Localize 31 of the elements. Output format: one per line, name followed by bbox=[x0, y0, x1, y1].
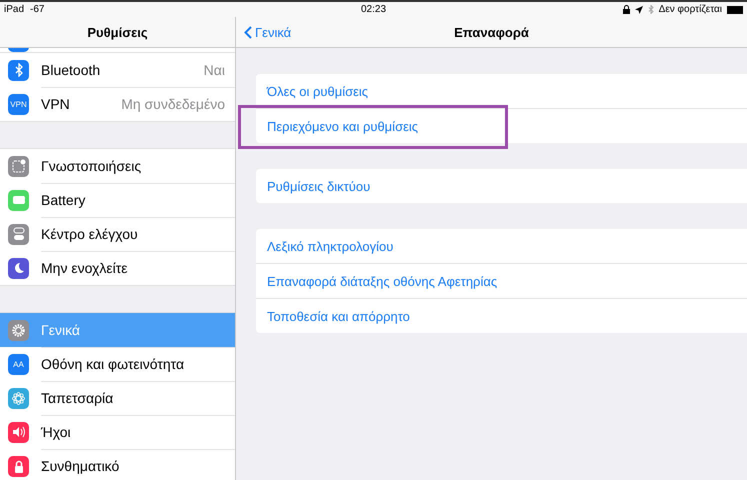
battery-icon bbox=[727, 6, 743, 14]
battery-icon bbox=[8, 190, 29, 210]
back-button[interactable]: Γενικά bbox=[244, 17, 292, 47]
reset-option[interactable]: Περιεχόμενο και ρυθμίσεις bbox=[267, 118, 418, 134]
clock: 02:23 bbox=[360, 4, 386, 15]
device-name: iPad bbox=[4, 4, 24, 15]
item-value: Μη συνδεδεμένο bbox=[121, 96, 225, 112]
back-chevron-icon bbox=[244, 26, 252, 38]
bluetooth-icon bbox=[8, 60, 29, 80]
lock-icon bbox=[622, 5, 630, 14]
page-title: Επαναφορά bbox=[454, 24, 529, 40]
reset-option[interactable]: Όλες οι ρυθμίσεις bbox=[267, 84, 368, 98]
settings-icon bbox=[8, 320, 29, 340]
flower-icon bbox=[8, 388, 29, 408]
toggles-icon bbox=[8, 224, 29, 244]
signal-strength: -67 bbox=[30, 4, 44, 15]
reset-option[interactable]: Ρυθμίσεις δικτύου bbox=[267, 178, 370, 194]
sidebar-title: Ρυθμίσεις bbox=[87, 24, 148, 40]
reset-option[interactable]: Λεξικό πληκτρολογίου bbox=[267, 238, 394, 254]
notifications-icon bbox=[8, 156, 29, 176]
reset-option[interactable]: Επαναφορά διάταξης οθόνης Αφετηρίας bbox=[267, 274, 498, 288]
bluetooth-icon bbox=[648, 5, 654, 14]
padlock-icon bbox=[8, 456, 29, 476]
vpn-icon: VPN bbox=[8, 94, 29, 114]
battery-status: Δεν φορτίζεται bbox=[658, 4, 722, 15]
moon-icon bbox=[8, 258, 29, 278]
location-icon bbox=[634, 6, 643, 14]
item-value: Ναι bbox=[204, 62, 225, 78]
display-icon: AA bbox=[8, 354, 29, 374]
reset-option[interactable]: Τοποθεσία και απόρρητο bbox=[267, 308, 410, 324]
speaker-icon bbox=[8, 422, 29, 442]
